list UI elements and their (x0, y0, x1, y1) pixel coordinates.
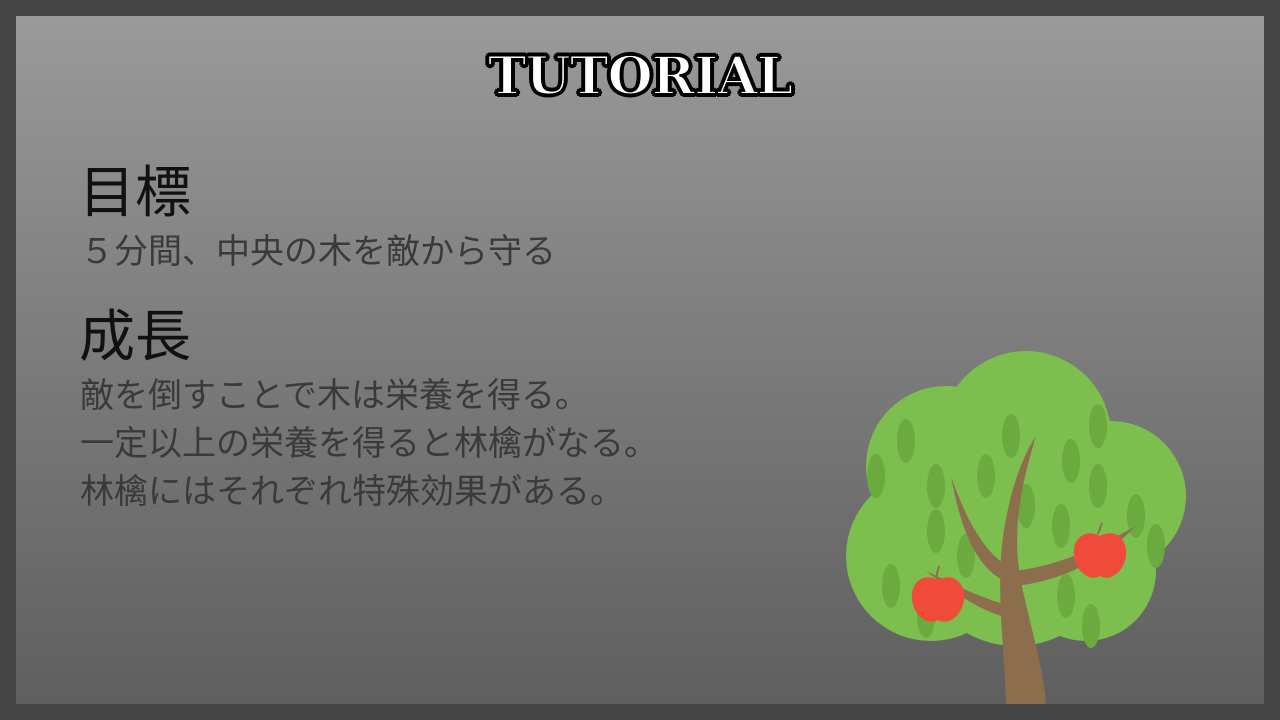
apple-tree-illustration (846, 351, 1186, 704)
tutorial-title: TUTORIAL (487, 45, 794, 108)
growth-heading: 成長 (79, 305, 191, 370)
goal-description: ５分間、中央の木を敵から守る (80, 232, 556, 272)
tutorial-panel: TUTORIAL 目標 ５分間、中央の木を敵から守る 成長 敵を倒すことで木は栄… (16, 16, 1264, 704)
growth-line-1: 敵を倒すことで木は栄養を得る。 (80, 376, 589, 416)
growth-line-2: 一定以上の栄養を得ると林檎がなる。 (80, 424, 658, 464)
growth-line-3: 林檎にはそれぞれ特殊効果がある。 (80, 472, 624, 512)
goal-heading: 目標 (79, 161, 191, 226)
tutorial-screen: TUTORIAL 目標 ５分間、中央の木を敵から守る 成長 敵を倒すことで木は栄… (0, 0, 1280, 720)
